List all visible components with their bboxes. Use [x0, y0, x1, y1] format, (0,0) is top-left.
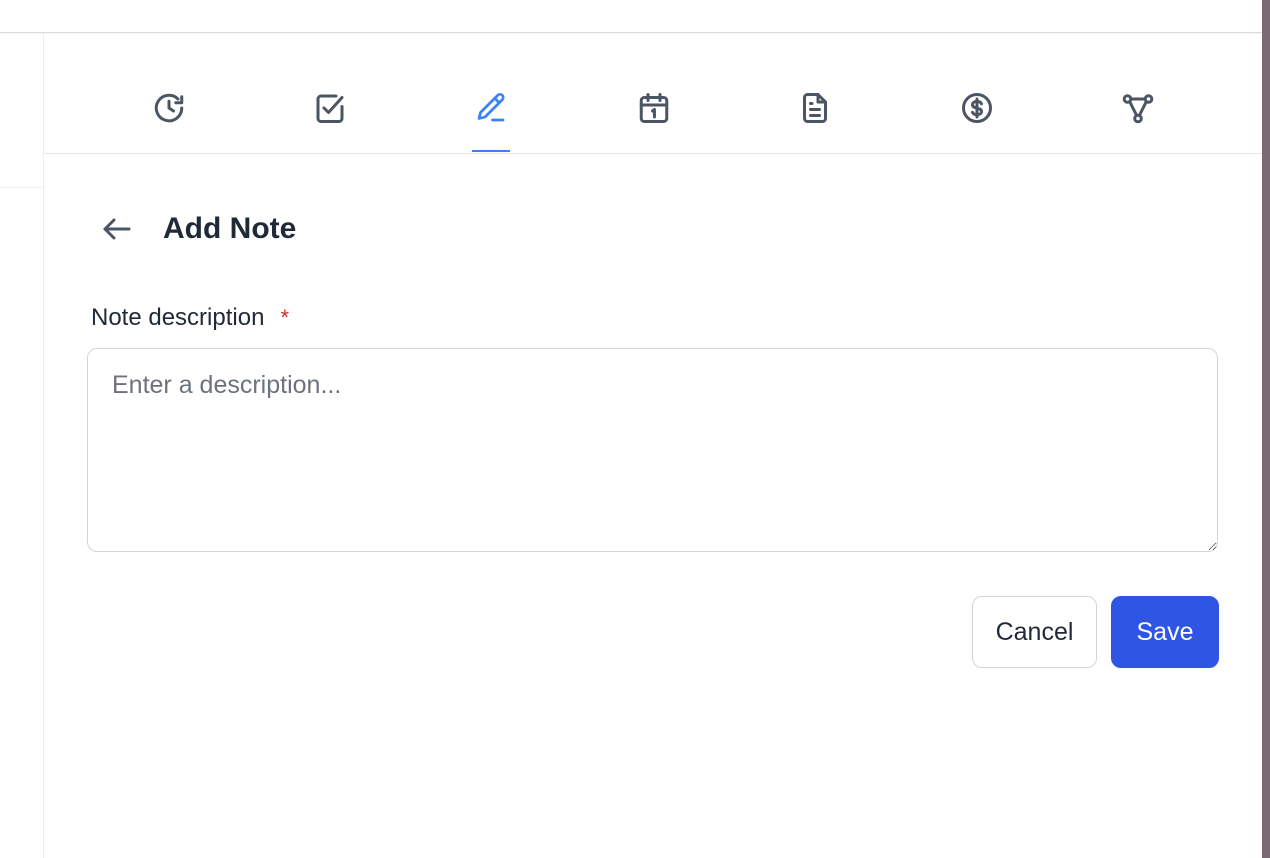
page-title: Add Note	[163, 212, 297, 245]
active-tab-indicator	[472, 150, 510, 152]
tab-notes[interactable]	[465, 90, 517, 152]
back-button[interactable]	[94, 206, 140, 252]
note-description-input[interactable]	[87, 348, 1218, 552]
workflow-icon	[1122, 94, 1154, 124]
document-icon	[803, 93, 827, 123]
dollar-icon	[962, 93, 992, 123]
tab-documents[interactable]	[789, 90, 841, 152]
window-edge	[1262, 0, 1270, 858]
pencil-icon	[477, 92, 505, 122]
cancel-button[interactable]: Cancel	[972, 596, 1097, 668]
calendar-icon	[639, 93, 669, 123]
left-column-divider	[0, 187, 43, 188]
left-column	[0, 34, 44, 858]
tab-history[interactable]	[143, 90, 195, 152]
tab-payments[interactable]	[951, 90, 1003, 152]
activity-tabs	[44, 34, 1262, 154]
description-label: Note description	[91, 304, 265, 331]
tab-calendar[interactable]	[628, 90, 680, 152]
arrow-left-icon	[103, 218, 131, 240]
note-panel: Add Note Note description * Cancel Save	[44, 34, 1262, 858]
history-icon	[154, 93, 184, 123]
description-label-row: Note description *	[91, 304, 289, 332]
checkbox-icon	[316, 94, 344, 123]
top-bar	[0, 0, 1262, 33]
tab-tasks[interactable]	[304, 90, 356, 152]
required-indicator: *	[280, 305, 289, 330]
form-header: Add Note	[94, 204, 296, 254]
tab-workflow[interactable]	[1112, 90, 1164, 152]
save-button[interactable]: Save	[1111, 596, 1219, 668]
